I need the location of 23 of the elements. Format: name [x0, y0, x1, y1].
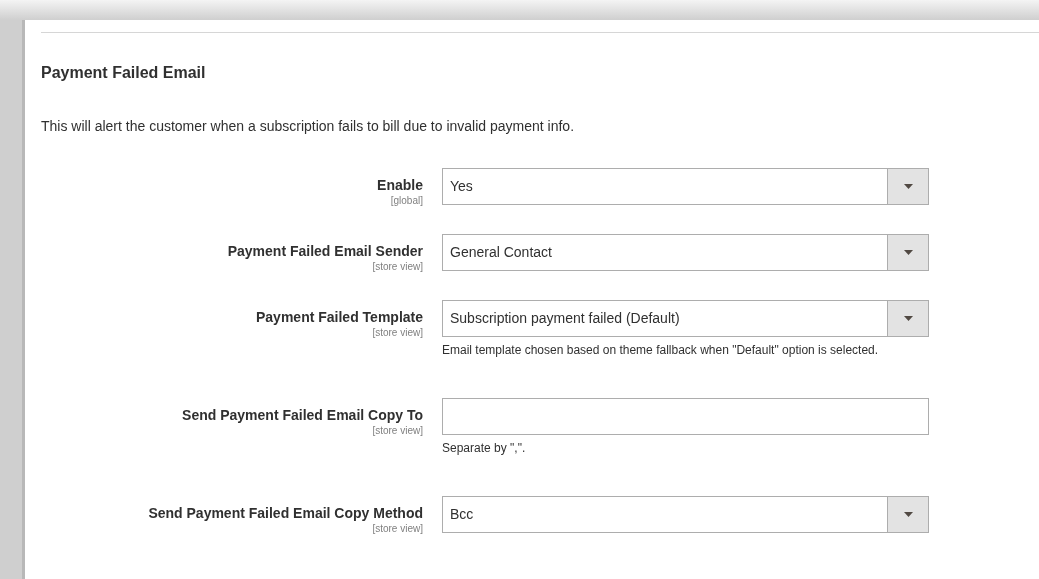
caret-icon	[903, 184, 913, 189]
scope-label: [global]	[390, 195, 423, 206]
field-label: Send Payment Failed Email Copy Method	[148, 505, 423, 521]
caret-icon	[903, 512, 913, 517]
section-title: Payment Failed Email	[41, 64, 207, 82]
field-note: Email template chosen based on theme fallback when "Default" option is selected.	[442, 342, 880, 358]
section-description: This will alert the customer when a subscription fails to bill due to invalid payment info.	[41, 118, 576, 134]
field-label: Enable	[377, 177, 423, 193]
field-label: Payment Failed Template	[256, 309, 423, 325]
scope-label: [store view]	[372, 261, 423, 272]
caret-icon	[903, 250, 913, 255]
field-label: Send Payment Failed Email Copy To	[182, 407, 423, 423]
scope-label: [store view]	[372, 327, 423, 338]
select-field[interactable]: Yes	[442, 168, 929, 205]
scope-label: [store view]	[372, 425, 423, 436]
field-label: Payment Failed Email Sender	[227, 243, 423, 259]
input-field[interactable]	[442, 398, 929, 435]
select-field[interactable]: Bcc	[442, 496, 929, 533]
select-field[interactable]: Subscription payment failed (Default)	[442, 300, 929, 337]
select-field[interactable]: General Contact	[442, 234, 929, 271]
caret-icon	[903, 316, 913, 321]
scope-label: [store view]	[372, 523, 423, 534]
field-note: Separate by ",".	[442, 440, 527, 456]
